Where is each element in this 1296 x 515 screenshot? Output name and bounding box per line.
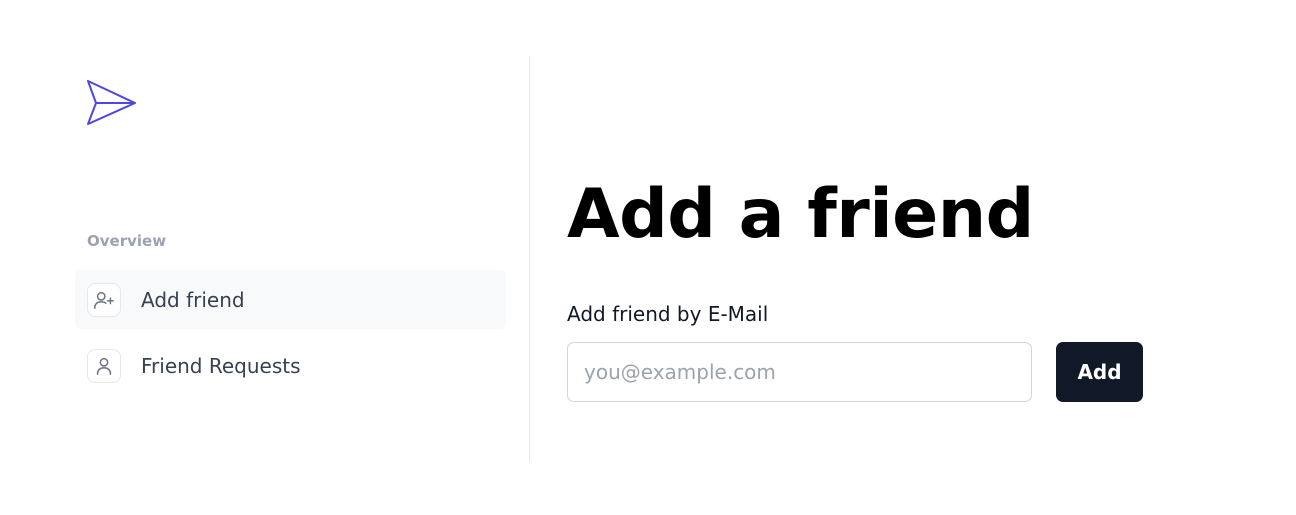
main-content: Add a friend Add friend by E-Mail Add: [567, 0, 1267, 515]
sidebar-nav: Add friend Friend Requests: [75, 270, 506, 402]
add-button[interactable]: Add: [1056, 342, 1143, 402]
sidebar: Overview Add friend Friend Requests: [75, 56, 530, 462]
sidebar-item-label: Friend Requests: [141, 353, 301, 378]
sidebar-section-label: Overview: [87, 232, 167, 250]
sidebar-item-friend-requests[interactable]: Friend Requests: [75, 336, 506, 395]
user-plus-icon: [87, 282, 121, 317]
sidebar-item-label: Add friend: [141, 287, 245, 312]
page-title: Add a friend: [567, 175, 1034, 254]
email-field-label: Add friend by E-Mail: [567, 302, 769, 326]
paper-plane-icon[interactable]: [86, 79, 138, 125]
user-icon: [87, 348, 121, 383]
app-root: Overview Add friend Friend Requests Add …: [0, 0, 1296, 515]
sidebar-item-add-friend[interactable]: Add friend: [75, 270, 506, 329]
email-field[interactable]: [567, 342, 1032, 402]
